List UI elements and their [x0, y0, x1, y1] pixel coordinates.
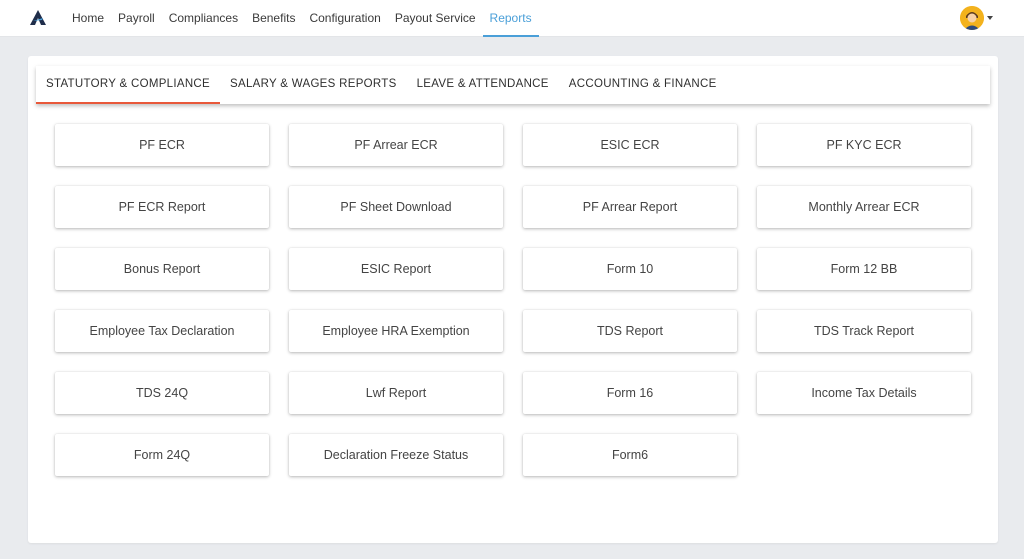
report-button-form-12-bb[interactable]: Form 12 BB — [757, 248, 971, 290]
tab-accounting-and-finance[interactable]: ACCOUNTING & FINANCE — [559, 66, 727, 104]
report-button-form-16[interactable]: Form 16 — [523, 372, 737, 414]
nav-item-home[interactable]: Home — [65, 0, 111, 37]
report-button-tds-24q[interactable]: TDS 24Q — [55, 372, 269, 414]
tab-leave-and-attendance[interactable]: LEAVE & ATTENDANCE — [407, 66, 559, 104]
report-button-esic-ecr[interactable]: ESIC ECR — [523, 124, 737, 166]
nav-item-payroll[interactable]: Payroll — [111, 0, 162, 37]
report-button-declaration-freeze-status[interactable]: Declaration Freeze Status — [289, 434, 503, 476]
report-button-lwf-report[interactable]: Lwf Report — [289, 372, 503, 414]
report-button-tds-track-report[interactable]: TDS Track Report — [757, 310, 971, 352]
report-button-form-24q[interactable]: Form 24Q — [55, 434, 269, 476]
tab-salary-and-wages-reports[interactable]: SALARY & WAGES REPORTS — [220, 66, 407, 104]
nav-item-payout-service[interactable]: Payout Service — [388, 0, 483, 37]
report-button-pf-ecr-report[interactable]: PF ECR Report — [55, 186, 269, 228]
report-button-monthly-arrear-ecr[interactable]: Monthly Arrear ECR — [757, 186, 971, 228]
nav-item-reports[interactable]: Reports — [482, 0, 539, 37]
report-tiles-grid: PF ECR PF Arrear ECR ESIC ECR PF KYC ECR PF … — [55, 124, 971, 476]
top-navbar: Home Payroll Compliances Benefits Configurat… — [0, 0, 1024, 37]
report-button-form-10[interactable]: Form 10 — [523, 248, 737, 290]
report-button-form6[interactable]: Form6 — [523, 434, 737, 476]
user-menu[interactable] — [960, 6, 993, 30]
user-avatar-icon[interactable] — [960, 6, 984, 30]
report-button-income-tax-details[interactable]: Income Tax Details — [757, 372, 971, 414]
report-button-esic-report[interactable]: ESIC Report — [289, 248, 503, 290]
report-button-pf-kyc-ecr[interactable]: PF KYC ECR — [757, 124, 971, 166]
nav-item-configuration[interactable]: Configuration — [302, 0, 387, 37]
report-button-pf-arrear-ecr[interactable]: PF Arrear ECR — [289, 124, 503, 166]
chevron-down-icon[interactable] — [987, 16, 993, 20]
report-button-employee-hra-exemption[interactable]: Employee HRA Exemption — [289, 310, 503, 352]
main-nav: Home Payroll Compliances Benefits Configurat… — [65, 0, 539, 37]
nav-item-benefits[interactable]: Benefits — [245, 0, 302, 37]
report-button-pf-sheet-download[interactable]: PF Sheet Download — [289, 186, 503, 228]
brand-logo-icon[interactable] — [29, 9, 47, 27]
report-category-tabs: STATUTORY & COMPLIANCE SALARY & WAGES REP… — [36, 66, 990, 104]
nav-item-compliances[interactable]: Compliances — [162, 0, 245, 37]
report-button-tds-report[interactable]: TDS Report — [523, 310, 737, 352]
report-button-pf-arrear-report[interactable]: PF Arrear Report — [523, 186, 737, 228]
report-button-employee-tax-declaration[interactable]: Employee Tax Declaration — [55, 310, 269, 352]
report-button-pf-ecr[interactable]: PF ECR — [55, 124, 269, 166]
report-button-bonus-report[interactable]: Bonus Report — [55, 248, 269, 290]
reports-card: STATUTORY & COMPLIANCE SALARY & WAGES REP… — [28, 56, 998, 543]
tab-statutory-and-compliance[interactable]: STATUTORY & COMPLIANCE — [36, 66, 221, 104]
